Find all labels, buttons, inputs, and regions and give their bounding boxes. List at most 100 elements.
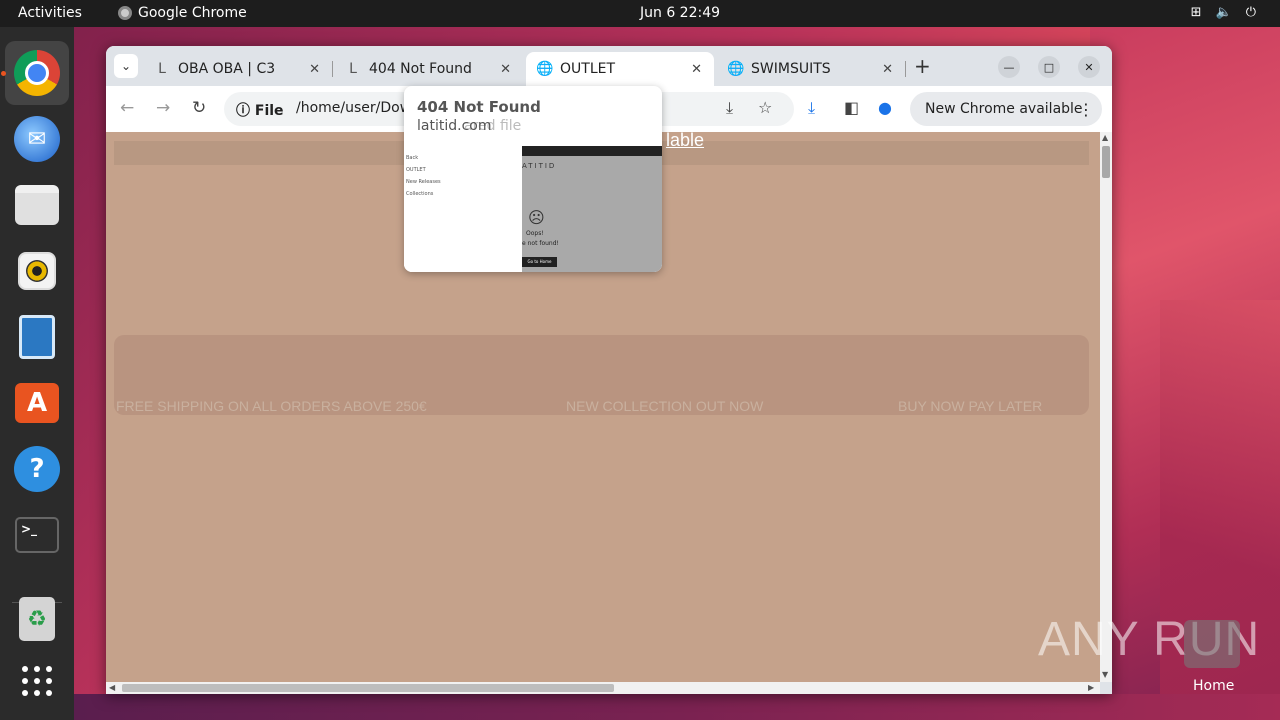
downloads-icon[interactable]: ⤓	[808, 98, 815, 118]
dock-item-chrome[interactable]	[5, 41, 69, 105]
tab-404-not-found[interactable]: L 404 Not Found ✕	[335, 52, 523, 86]
dock-item-files[interactable]	[5, 173, 69, 237]
preview-oops: Oops!	[526, 230, 544, 237]
promo-text: FREE SHIPPING ON ALL ORDERS ABOVE 250€	[116, 398, 427, 414]
running-indicator	[1, 71, 6, 76]
dock-item-writer[interactable]	[5, 305, 69, 369]
arrow-left-icon: ←	[120, 98, 135, 118]
dock: ✉ A ? >_ ♻	[0, 27, 74, 720]
globe-icon: 🌐	[727, 61, 745, 77]
arrow-right-icon: →	[156, 98, 171, 118]
scroll-up-icon[interactable]: ▲	[1102, 133, 1108, 142]
horizontal-scrollbar[interactable]: ◀ ▶	[106, 682, 1100, 694]
show-apps-button[interactable]	[5, 649, 69, 713]
download-page-icon[interactable]: ⤓	[726, 98, 733, 118]
thunderbird-icon: ✉	[14, 116, 60, 162]
writer-icon	[19, 315, 55, 359]
dock-item-trash[interactable]: ♻	[5, 587, 69, 651]
tab-title: SWIMSUITS	[751, 61, 831, 77]
home-folder-label[interactable]: Home	[1193, 678, 1234, 694]
preview-announcement-bar	[522, 146, 662, 156]
preview-not-found: e not found!	[522, 240, 559, 247]
scheme-label: File	[254, 103, 284, 119]
close-window-button[interactable]: ✕	[1078, 56, 1100, 78]
dock-item-thunderbird[interactable]: ✉	[5, 107, 69, 171]
trash-icon: ♻	[19, 597, 55, 641]
preview-logo: ATITID	[522, 162, 557, 170]
show-apps-icon	[22, 666, 52, 696]
profile-avatar-icon[interactable]: ●	[878, 98, 892, 117]
home-folder-icon[interactable]	[1184, 620, 1240, 668]
preview-menu: Back OUTLET New Releases Collections	[404, 146, 522, 272]
volume-icon: 🔈	[1215, 5, 1232, 20]
side-panel-icon[interactable]: ◧	[844, 98, 859, 117]
reload-button[interactable]: ↻	[192, 98, 206, 118]
minimize-button[interactable]: —	[998, 56, 1020, 78]
app-center-icon: A	[15, 383, 59, 423]
promo-text: BUY NOW PAY LATER	[898, 398, 1043, 414]
tab-oba-oba[interactable]: L OBA OBA | C3 ✕	[144, 52, 333, 86]
tab-swimsuits[interactable]: 🌐 SWIMSUITS ✕	[717, 52, 906, 86]
forward-button[interactable]: →	[156, 98, 170, 118]
maximize-button[interactable]: □	[1038, 56, 1060, 78]
scroll-down-icon[interactable]: ▼	[1102, 670, 1108, 679]
sad-face-icon: ☹	[528, 208, 545, 227]
new-tab-button[interactable]: +	[914, 54, 931, 78]
hover-card-domain: latitid.com	[417, 118, 492, 134]
preview-menu-item: New Releases	[406, 179, 441, 185]
update-chrome-button[interactable]: New Chrome available ⋮	[910, 92, 1102, 126]
chrome-icon	[118, 6, 132, 20]
update-label: New Chrome available	[925, 101, 1083, 117]
network-icon: ⊞	[1190, 5, 1202, 20]
preview-menu-item: Back	[406, 155, 419, 161]
tab-separator	[905, 61, 906, 77]
back-button[interactable]: ←	[120, 98, 134, 118]
scrollbar-thumb[interactable]	[1102, 146, 1110, 178]
chevron-down-icon: ⌄	[120, 59, 132, 73]
close-icon[interactable]: ✕	[691, 62, 702, 77]
scrollbar-thumb[interactable]	[122, 684, 614, 692]
status-menu[interactable]: ⊞ 🔈 ⏻	[1191, 5, 1256, 20]
top-bar: Activities Google Chrome Jun 6 22:49 ⊞ 🔈…	[0, 0, 1280, 27]
app-menu[interactable]: Google Chrome	[118, 5, 247, 21]
tab-search-button[interactable]: ⌄	[114, 54, 138, 78]
maximize-icon: □	[1043, 60, 1055, 74]
tab-title: OBA OBA | C3	[178, 61, 276, 77]
close-icon[interactable]: ✕	[500, 62, 511, 77]
url-text[interactable]: /home/user/Dow	[296, 100, 411, 116]
chrome-icon	[14, 50, 60, 96]
dock-item-terminal[interactable]: >_	[5, 503, 69, 567]
close-icon[interactable]: ✕	[882, 62, 893, 77]
terminal-icon: >_	[15, 517, 59, 553]
scroll-right-icon[interactable]: ▶	[1088, 683, 1094, 692]
tab-title: OUTLET	[560, 61, 616, 77]
tab-favicon: L	[349, 61, 357, 77]
scroll-left-icon[interactable]: ◀	[109, 683, 115, 692]
tab-outlet[interactable]: 🌐 OUTLET ✕	[526, 52, 714, 86]
vertical-scrollbar[interactable]: ▲ ▼	[1100, 132, 1112, 682]
site-info-button[interactable]: ⓘ File	[236, 100, 284, 120]
page-link[interactable]: lable	[666, 132, 704, 151]
preview-page: ATITID ☹ Oops! e not found! Go to Home	[522, 146, 662, 272]
tab-strip: ⌄ L OBA OBA | C3 ✕ L 404 Not Found ✕ 🌐 O…	[106, 46, 1112, 86]
preview-home-button: Go to Home	[522, 257, 557, 267]
close-icon: ✕	[1084, 60, 1094, 74]
hover-card-preview: Back OUTLET New Releases Collections ATI…	[404, 146, 662, 272]
rhythmbox-icon	[18, 252, 56, 290]
dock-item-rhythmbox[interactable]	[5, 239, 69, 303]
preview-menu-item: Collections	[406, 191, 434, 197]
kebab-menu-icon[interactable]: ⋮	[1078, 100, 1094, 119]
files-icon	[15, 185, 59, 225]
dock-item-app-center[interactable]: A	[5, 371, 69, 435]
clock[interactable]: Jun 6 22:49	[640, 5, 720, 21]
dock-item-help[interactable]: ?	[5, 437, 69, 501]
minimize-icon: —	[1003, 60, 1015, 74]
help-icon: ?	[14, 446, 60, 492]
bookmark-star-icon[interactable]: ☆	[758, 98, 772, 117]
hover-card-title: 404 Not Found	[417, 98, 541, 116]
activities-button[interactable]: Activities	[18, 5, 82, 21]
power-icon: ⏻	[1245, 5, 1256, 20]
close-icon[interactable]: ✕	[309, 62, 320, 77]
wallpaper-bottom	[74, 694, 1280, 720]
preview-menu-item: OUTLET	[406, 167, 426, 173]
